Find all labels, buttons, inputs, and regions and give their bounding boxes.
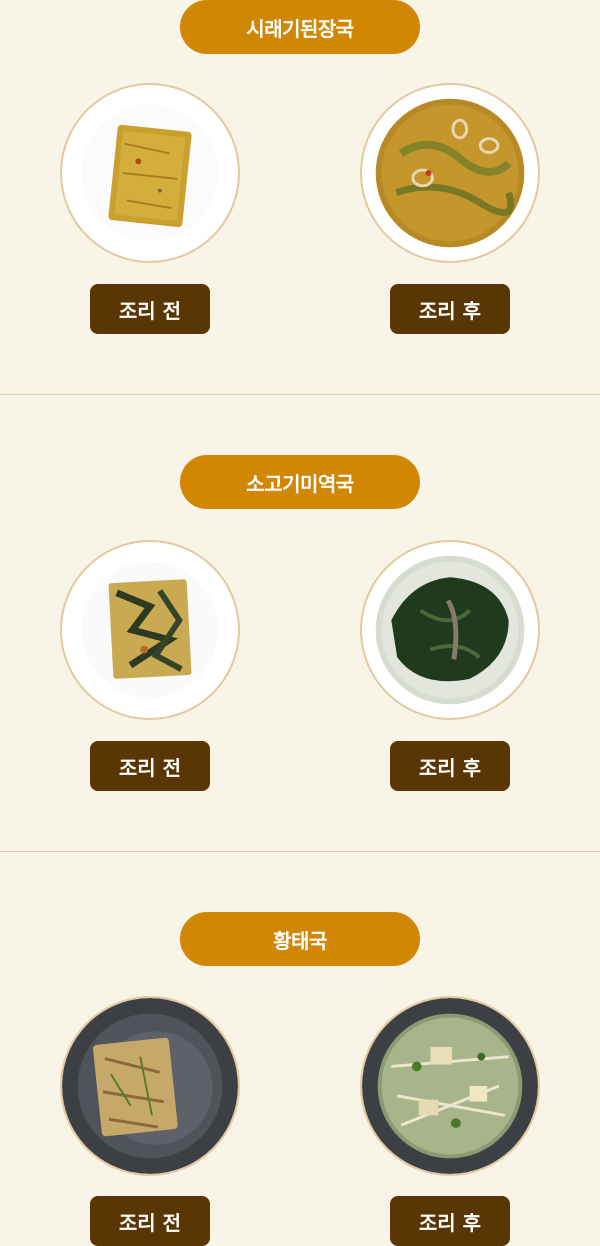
after-cooking-label: 조리 후 xyxy=(390,1196,510,1246)
siraegi-frozen-block-image xyxy=(60,83,240,263)
recipe-section-seaweed: 소고기미역국 조리 전 조리 후 xyxy=(0,455,600,851)
section-title: 소고기미역국 xyxy=(180,455,420,509)
before-cooking-label: 조리 전 xyxy=(90,741,210,791)
before-cooking-label: 조리 전 xyxy=(90,1196,210,1246)
siraegi-soup-image xyxy=(360,83,540,263)
seaweed-frozen-block-image xyxy=(60,540,240,720)
pollock-soup-image xyxy=(360,996,540,1176)
pollock-frozen-block-image xyxy=(60,996,240,1176)
recipe-section-pollock: 황태국 조리 전 조리 후 xyxy=(0,912,600,1246)
seaweed-soup-image xyxy=(360,540,540,720)
after-cooking-label: 조리 후 xyxy=(390,284,510,334)
section-divider xyxy=(0,394,600,395)
after-cooking-label: 조리 후 xyxy=(390,741,510,791)
recipe-section-siraegi: 시래기된장국 조리 전 조리 후 xyxy=(0,0,600,394)
section-title: 시래기된장국 xyxy=(180,0,420,54)
section-divider xyxy=(0,851,600,852)
section-title: 황태국 xyxy=(180,912,420,966)
before-cooking-label: 조리 전 xyxy=(90,284,210,334)
